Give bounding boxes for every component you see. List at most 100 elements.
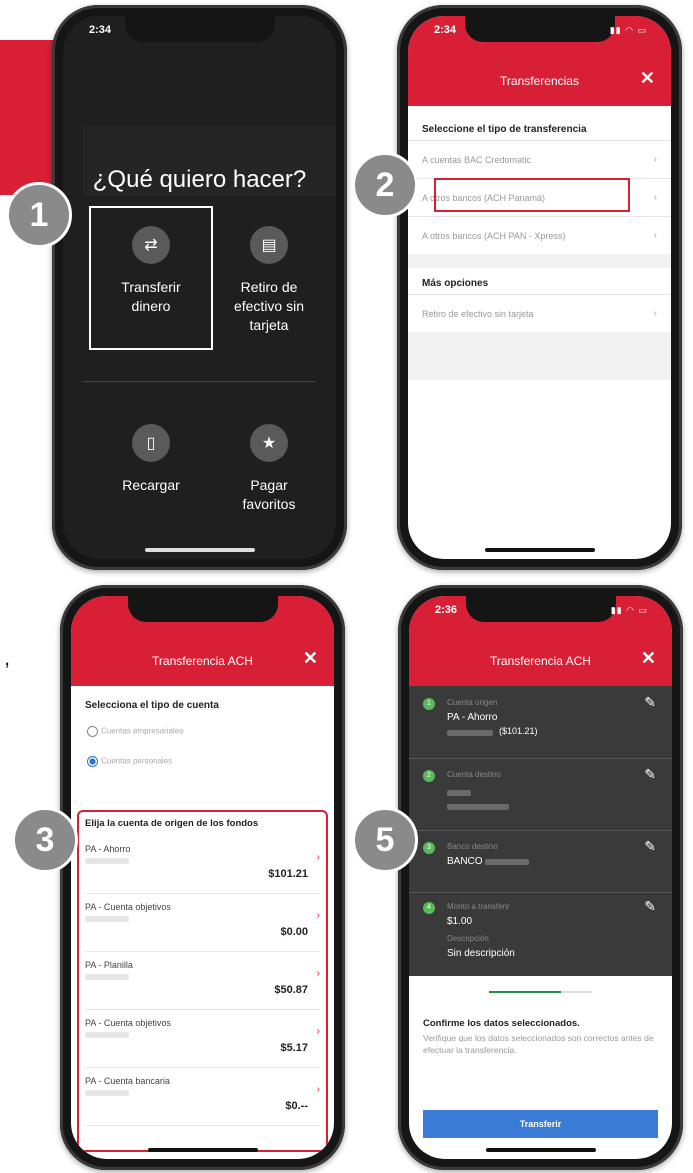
close-icon[interactable]: ✕ (303, 648, 318, 669)
header-title: Transferencias (500, 74, 579, 88)
step-number: 1 (423, 698, 435, 710)
option-bac[interactable]: A cuentas BAC Credomatic › (408, 140, 671, 178)
highlight-box-accounts (77, 810, 328, 1152)
section-heading: Seleccione el tipo de transferencia (422, 124, 587, 135)
divider (409, 758, 672, 759)
masked-name (447, 790, 471, 796)
tile-top-up[interactable]: ▯ Recargar (91, 424, 211, 495)
phone-icon: ▯ (132, 424, 170, 462)
header-title: Transferencia ACH (152, 654, 253, 668)
option-label: A cuentas BAC Credomatic (422, 155, 532, 165)
option-ach-xpress[interactable]: A otros bancos (ACH PAN - Xpress) › (408, 216, 671, 254)
status-time: 2:34 (434, 24, 457, 36)
option-cardless[interactable]: Retiro de efectivo sin tarjeta › (408, 294, 671, 332)
step-badge-1: 1 (6, 182, 72, 248)
chevron-right-icon: › (653, 308, 657, 319)
tile-transfer-money[interactable]: ⇄ Transferir dinero (91, 226, 211, 316)
confirm-title: Confirme los datos seleccionados. (423, 1018, 580, 1029)
radio-dot (87, 726, 98, 737)
separator-band (408, 254, 671, 268)
step-value: BANCO (447, 856, 483, 867)
step-label: Cuenta origen (447, 698, 498, 707)
close-icon[interactable]: ✕ (640, 68, 655, 89)
step-destination-bank: 3 Banco destino BANCO ✎ (409, 838, 672, 888)
highlight-box-ach (434, 178, 630, 212)
option-label: Retiro de efectivo sin tarjeta (422, 309, 534, 319)
home-indicator (144, 548, 255, 552)
step-number: 3 (423, 842, 435, 854)
phone-1-screen: 2:34 ¿Qué quiero hacer? ⇄ Transferir din… (63, 16, 336, 559)
account-type-heading: Selecciona el tipo de cuenta (85, 700, 219, 711)
step-value: $1.00 (447, 916, 473, 927)
phone-1-menu: 2:34 ¿Qué quiero hacer? ⇄ Transferir din… (52, 5, 347, 570)
phone-3-screen: Transferencia ACH ✕ Selecciona el tipo d… (71, 596, 334, 1159)
status-time: 2:36 (435, 604, 458, 616)
radio-label: Cuentas personales (101, 756, 173, 766)
progress-fill (489, 991, 562, 993)
tile-label: Recargar (122, 477, 180, 493)
edit-pencil-icon[interactable]: ✎ (644, 898, 656, 915)
phone-notch (127, 596, 278, 622)
section-heading: Más opciones (422, 278, 489, 289)
divider (83, 381, 316, 382)
divider (409, 892, 672, 893)
progress-indicator (489, 991, 592, 993)
description-label: Descripción (447, 934, 489, 943)
phone-4-confirmation: 2:36 ▮▮ ◠ ▭ Transferencia ACH ✕ 1 Cuenta… (398, 585, 683, 1170)
masked-bank (485, 859, 529, 865)
menu-title: ¿Qué quiero hacer? (92, 166, 307, 193)
step-label: Monto a transferir (447, 902, 510, 911)
status-time: 2:34 (89, 24, 112, 36)
transfer-arrows-icon: ⇄ (132, 226, 170, 264)
radio-business[interactable]: Cuentas empresariales (87, 726, 183, 737)
header-title: Transferencia ACH (490, 654, 591, 668)
tile-cardless-withdrawal[interactable]: ▤ Retiro de efectivo sin tarjeta (209, 226, 329, 335)
step-badge-5: 5 (352, 807, 418, 873)
tile-label: Retiro de efectivo sin tarjeta (233, 279, 305, 333)
signal-wifi-battery-icon: ▮▮ ◠ ▭ (609, 25, 647, 35)
radio-personal[interactable]: Cuentas personales (87, 756, 172, 767)
edit-pencil-icon[interactable]: ✎ (644, 694, 656, 711)
phone-4-screen: 2:36 ▮▮ ◠ ▭ Transferencia ACH ✕ 1 Cuenta… (409, 596, 672, 1159)
step-number: 2 (423, 770, 435, 782)
summary-panel: 1 Cuenta origen PA - Ahorro ($101.21) ✎ … (409, 686, 672, 976)
home-indicator (485, 1148, 596, 1152)
step-number: 4 (423, 902, 435, 914)
radio-dot-selected (87, 756, 98, 767)
description-value: Sin descripción (447, 948, 515, 959)
masked-number (447, 730, 493, 736)
edit-pencil-icon[interactable]: ✎ (644, 766, 656, 783)
step-amount: 4 Monto a transferir $1.00 Descripción S… (409, 898, 672, 974)
phone-notch (465, 596, 616, 622)
step-label: Cuenta destino (447, 770, 501, 779)
tile-label: Transferir dinero (121, 279, 181, 314)
bottom-gray-band (408, 332, 671, 380)
divider (409, 830, 672, 831)
step-value: PA - Ahorro (447, 712, 498, 723)
tile-label: Pagar favoritos (242, 477, 296, 512)
transfer-button[interactable]: Transferir (423, 1110, 658, 1138)
edit-pencil-icon[interactable]: ✎ (644, 838, 656, 855)
step-sub: ($101.21) (499, 726, 538, 736)
close-icon[interactable]: ✕ (641, 648, 656, 669)
home-indicator (147, 1148, 258, 1152)
cropped-text: , (4, 645, 11, 670)
atm-icon: ▤ (250, 226, 288, 264)
phone-2-transfer-types: 2:34 ▮▮ ◠ ▭ Transferencias ✕ Seleccione … (397, 5, 682, 570)
chevron-right-icon: › (653, 192, 657, 203)
step-badge-3: 3 (12, 807, 78, 873)
radio-label: Cuentas empresariales (101, 726, 184, 736)
chevron-right-icon: › (653, 230, 657, 241)
step-label: Banco destino (447, 842, 498, 851)
step-destination-account: 2 Cuenta destino ✎ (409, 766, 672, 826)
phone-notch (464, 16, 615, 42)
home-indicator (484, 548, 595, 552)
phone-2-screen: 2:34 ▮▮ ◠ ▭ Transferencias ✕ Seleccione … (408, 16, 671, 559)
masked-number (447, 804, 509, 810)
phone-3-source-account: Transferencia ACH ✕ Selecciona el tipo d… (60, 585, 345, 1170)
confirm-subtitle: Verifique que los datos seleccionados so… (423, 1033, 654, 1055)
phone-notch (124, 16, 275, 42)
option-label: A otros bancos (ACH PAN - Xpress) (422, 231, 566, 241)
tile-pay-favorites[interactable]: ★ Pagar favoritos (209, 424, 329, 514)
step-badge-2: 2 (352, 152, 418, 218)
